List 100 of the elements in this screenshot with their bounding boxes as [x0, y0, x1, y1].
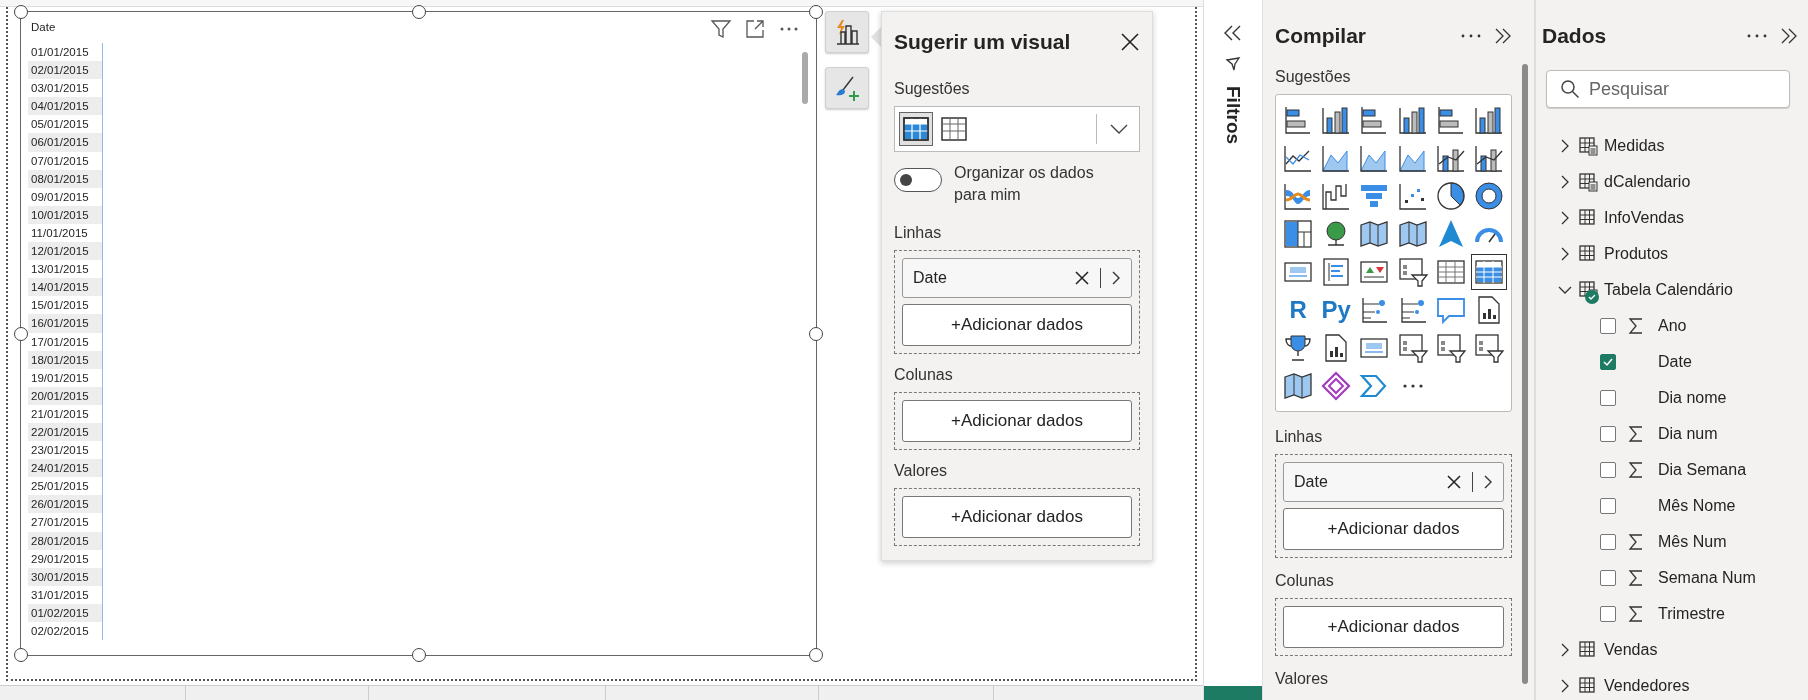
table-cell: 06/01/2015 — [28, 133, 102, 152]
field-item[interactable]: Mês Num — [1558, 524, 1798, 560]
table-icon — [1578, 676, 1598, 696]
table-cell-text: 19/01/2015 — [30, 370, 90, 386]
table-icon — [1578, 208, 1598, 228]
table-cell-text: 07/01/2015 — [30, 153, 90, 169]
suggestions-dropdown[interactable] — [894, 106, 1140, 152]
sigma-icon — [1628, 317, 1644, 335]
section-label: Colunas — [894, 366, 954, 384]
table-cell: 18/01/2015 — [28, 350, 102, 369]
field-item[interactable]: Ano — [1558, 308, 1798, 344]
collapse-icon[interactable] — [1780, 27, 1798, 45]
table-cell-text: 31/01/2015 — [30, 587, 90, 603]
table-cell-text: 23/01/2015 — [30, 443, 90, 459]
resize-handle[interactable] — [411, 5, 426, 19]
collapse-icon[interactable] — [1494, 27, 1512, 45]
remove-icon[interactable] — [1074, 270, 1090, 286]
table-cell: 14/01/2015 — [28, 278, 102, 297]
more-icon[interactable] — [1460, 32, 1482, 40]
add-data-button[interactable]: +Adicionar dados — [1283, 606, 1504, 648]
field-item[interactable]: Date — [1558, 344, 1798, 380]
table-item[interactable]: Medidas — [1558, 128, 1798, 164]
table-cell-text: 21/01/2015 — [30, 406, 90, 422]
resize-handle[interactable] — [14, 5, 28, 19]
section-label: Sugestões — [894, 80, 971, 98]
resize-handle[interactable] — [14, 326, 28, 341]
sigma-icon — [1628, 425, 1644, 443]
chevron-right-icon[interactable] — [1483, 474, 1493, 490]
search-icon — [1560, 79, 1580, 99]
checkbox[interactable] — [1600, 390, 1616, 406]
add-data-button[interactable]: +Adicionar dados — [902, 304, 1132, 346]
matrix-icon[interactable] — [1470, 254, 1507, 290]
expand-pane-icon[interactable] — [1223, 24, 1243, 42]
field-item[interactable]: Trimestre — [1558, 596, 1798, 632]
remove-icon[interactable] — [1446, 474, 1462, 490]
column-header: Date — [30, 20, 57, 35]
resize-handle[interactable] — [14, 648, 28, 662]
checkbox[interactable] — [1600, 606, 1616, 622]
suggest-visual-button[interactable] — [825, 11, 869, 53]
table-cell-text: 11/01/2015 — [30, 225, 89, 241]
chevron-right-icon[interactable] — [1111, 270, 1121, 286]
checkbox[interactable] — [1600, 498, 1616, 514]
add-data-button[interactable]: +Adicionar dados — [902, 400, 1132, 442]
sigma-icon — [1628, 569, 1644, 587]
field-item[interactable]: Semana Num — [1558, 560, 1798, 596]
section-label: Valores — [894, 462, 949, 480]
field-item[interactable]: Mês Nome — [1558, 488, 1798, 524]
sigma-icon — [1628, 533, 1644, 551]
section-label: Valores — [1275, 670, 1330, 688]
resize-handle[interactable] — [809, 326, 823, 341]
table-item[interactable]: Produtos — [1558, 236, 1798, 272]
table-item[interactable]: Tabela Calendário — [1558, 272, 1798, 308]
table-cell: 24/01/2015 — [28, 459, 102, 478]
resize-handle[interactable] — [809, 5, 823, 19]
expand-icon[interactable] — [744, 18, 766, 40]
table-cell: 10/01/2015 — [28, 205, 102, 224]
close-icon[interactable] — [1120, 32, 1140, 52]
visual-type-option[interactable]: Py — [1318, 292, 1355, 328]
checkbox[interactable] — [1600, 354, 1616, 370]
table-item[interactable]: InfoVendas — [1558, 200, 1798, 236]
resize-handle[interactable] — [411, 648, 426, 662]
checkbox[interactable] — [1600, 318, 1616, 334]
filters-label[interactable]: Filtros — [1222, 86, 1244, 145]
field-item[interactable]: Dia num — [1558, 416, 1798, 452]
search-field[interactable]: Pesquisar — [1546, 70, 1790, 108]
table-cell: 04/01/2015 — [28, 97, 102, 116]
sigma-icon — [1628, 461, 1644, 479]
checkbox[interactable] — [1600, 570, 1616, 586]
scrollbar[interactable] — [1522, 64, 1528, 684]
table-cell: 12/01/2015 — [28, 242, 102, 261]
field-item[interactable]: Dia nome — [1558, 380, 1798, 416]
checkbox[interactable] — [1600, 462, 1616, 478]
field-pill[interactable]: Date — [902, 258, 1132, 298]
table-item[interactable]: Vendedores — [1558, 668, 1798, 700]
table-item[interactable]: dCalendario — [1558, 164, 1798, 200]
table-cell-text: 27/01/2015 — [30, 515, 90, 531]
visual-type-option[interactable]: R — [1280, 292, 1317, 328]
section-label: Colunas — [1275, 572, 1335, 590]
checkbox[interactable] — [1600, 534, 1616, 550]
field-pill[interactable]: Date — [1283, 462, 1504, 502]
matrix-icon[interactable] — [899, 112, 933, 146]
table-cell: 08/01/2015 — [28, 169, 102, 188]
table-cell-text: 29/01/2015 — [30, 551, 90, 567]
add-data-button[interactable]: +Adicionar dados — [1283, 508, 1504, 550]
resize-handle[interactable] — [809, 648, 823, 662]
scrollbar[interactable] — [802, 52, 808, 104]
checkbox[interactable] — [1600, 426, 1616, 442]
table-cell: 28/01/2015 — [28, 531, 102, 550]
toggle-switch[interactable] — [894, 168, 942, 192]
table-cell: 02/01/2015 — [28, 61, 102, 80]
table-cell: 01/02/2015 — [28, 603, 102, 622]
filter-icon[interactable] — [710, 18, 732, 40]
add-data-button[interactable]: +Adicionar dados — [902, 496, 1132, 538]
table-icon — [1578, 640, 1598, 660]
table-cell-text: 01/01/2015 — [30, 45, 90, 60]
table-cell-text: 17/01/2015 — [30, 334, 90, 350]
table-item[interactable]: Vendas — [1558, 632, 1798, 668]
field-item[interactable]: Dia Semana — [1558, 452, 1798, 488]
format-visual-button[interactable] — [825, 67, 869, 109]
more-icon[interactable] — [1746, 32, 1768, 40]
